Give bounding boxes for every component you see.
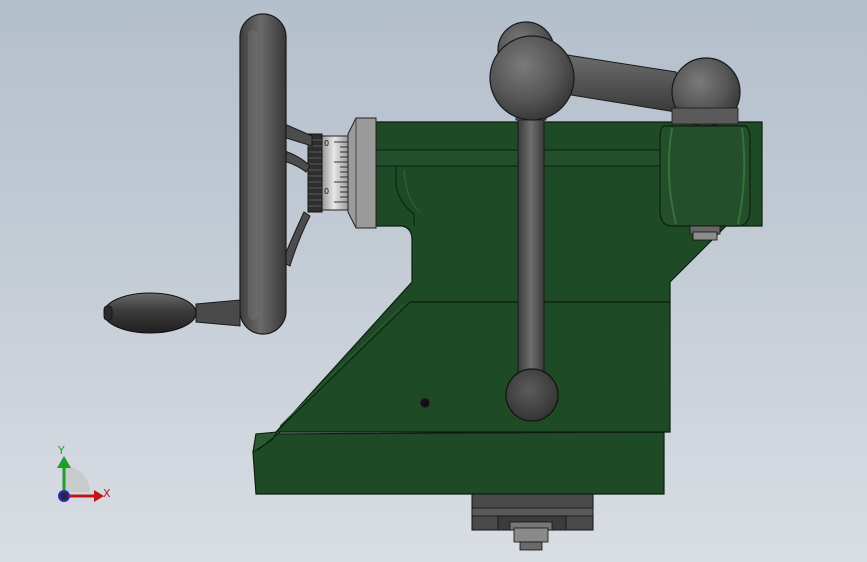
locking-lever[interactable] xyxy=(489,21,741,127)
dial-mark-2: 0 xyxy=(324,187,329,196)
graduated-dial: 0 0 xyxy=(307,133,349,213)
x-axis-label: X xyxy=(103,487,111,500)
axis-triad: Y X xyxy=(57,444,111,502)
crank-handle[interactable] xyxy=(103,292,241,334)
tailstock-model: 0 0 Y X xyxy=(57,13,763,551)
z-axis-dot xyxy=(58,490,70,502)
cad-viewport[interactable]: 0 0 Y X xyxy=(0,0,867,562)
y-axis-arrowhead xyxy=(57,456,71,468)
clamp-nut xyxy=(509,521,553,551)
handwheel[interactable] xyxy=(239,13,287,335)
y-axis-label: Y xyxy=(57,444,65,457)
clamp-housing xyxy=(659,125,751,241)
quill-collar xyxy=(347,117,377,229)
dial-mark-1: 0 xyxy=(324,139,329,148)
